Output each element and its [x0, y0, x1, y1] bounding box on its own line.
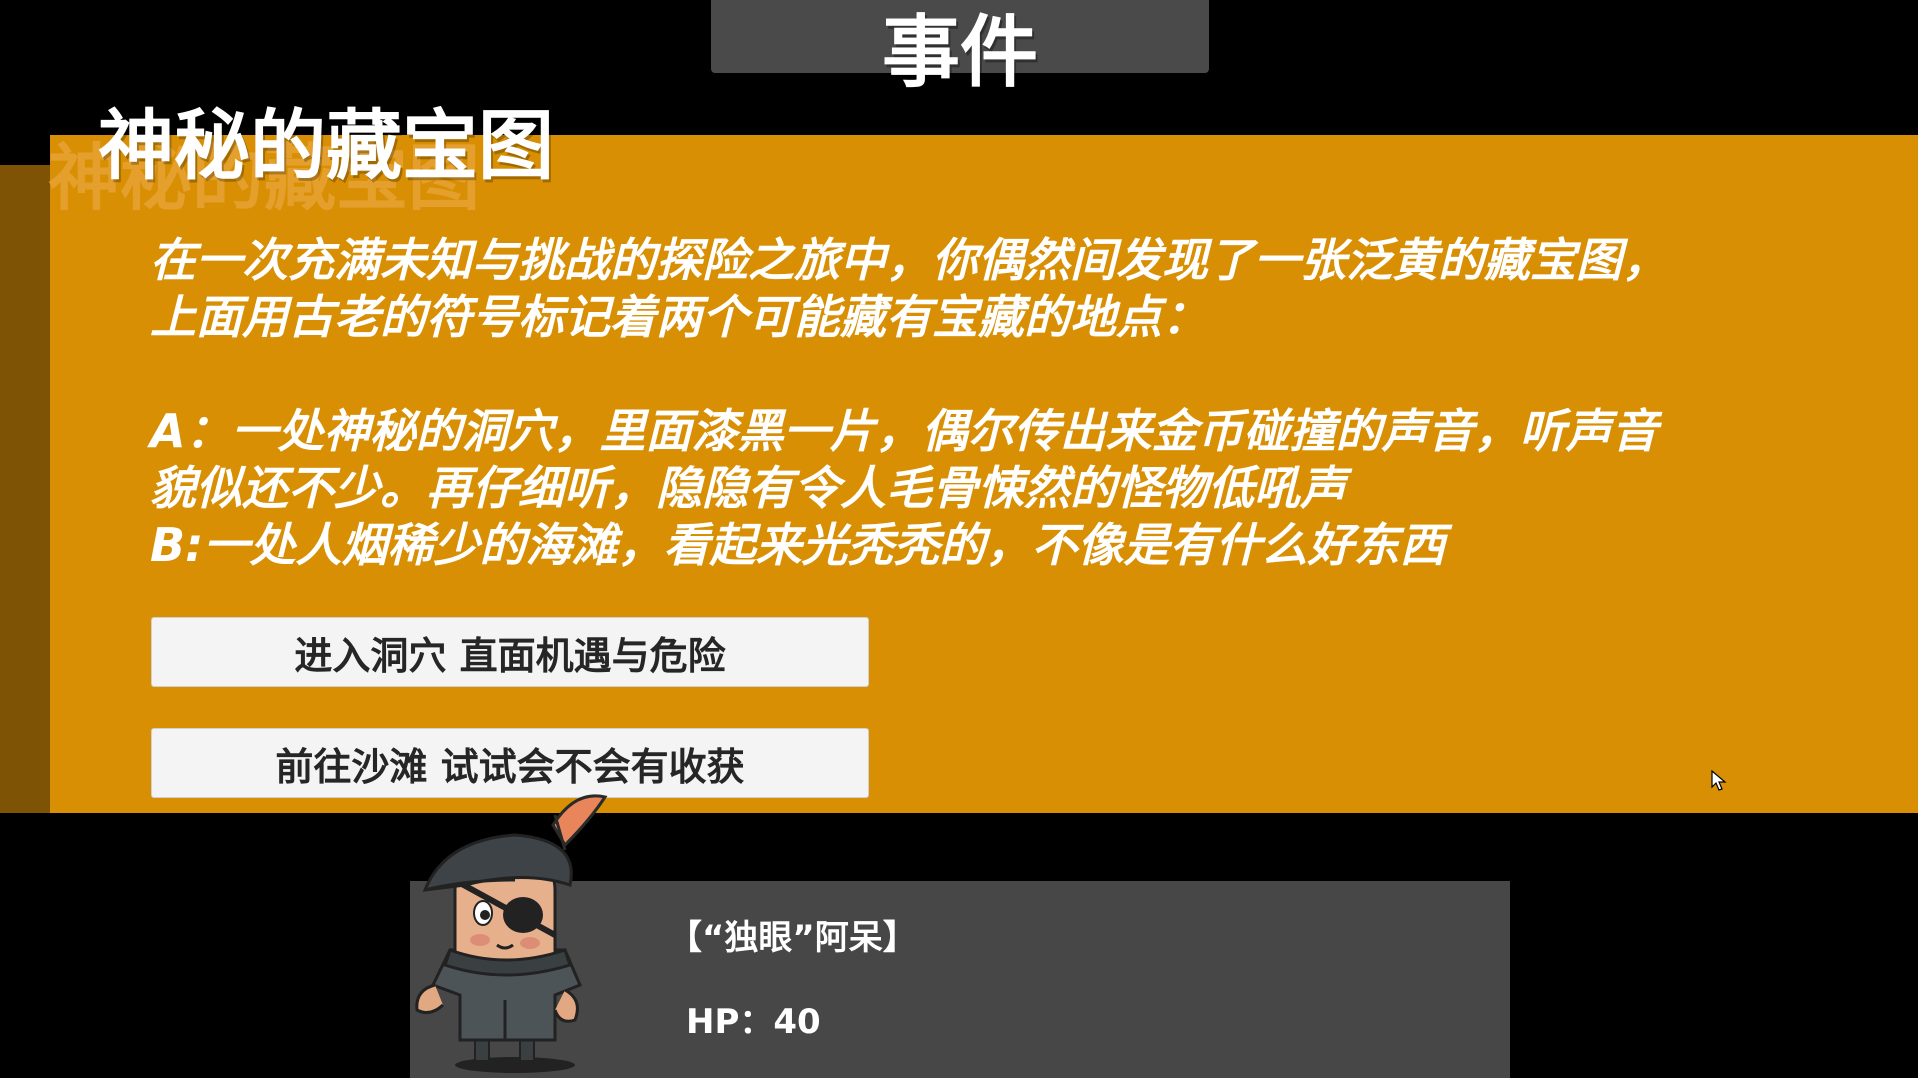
game-screen: 事件 神秘的藏宝图 神秘的藏宝图 在一次充满未知与挑战的探险之旅中，你偶然间发现…	[0, 0, 1918, 1078]
description-line: A：一处神秘的洞穴，里面漆黑一片，偶尔传出来金币碰撞的声音，听声音	[150, 404, 1658, 458]
pirate-character-icon	[415, 794, 608, 1073]
mouse-cursor-icon	[1711, 770, 1727, 791]
screen-title: 事件	[881, 8, 1038, 98]
character-hp: HP：40	[686, 1002, 821, 1042]
choice-label: 进入洞穴 直面机遇与危险	[294, 633, 726, 678]
description-line: 貌似还不少。再仔细听，隐隐有令人毛骨悚然的怪物低吼声	[150, 461, 1346, 515]
choice-label: 前往沙滩 试试会不会有收获	[275, 744, 745, 789]
description-line: 在一次充满未知与挑战的探险之旅中，你偶然间发现了一张泛黄的藏宝图，	[150, 233, 1668, 287]
event-description: 在一次充满未知与挑战的探险之旅中，你偶然间发现了一张泛黄的藏宝图， 上面用古老的…	[150, 232, 1850, 574]
description-line: B:一处人烟稀少的海滩，看起来光秃秃的，不像是有什么好东西	[150, 518, 1446, 572]
event-title: 神秘的藏宝图	[98, 101, 554, 190]
description-gap	[150, 346, 1850, 403]
character-name: 【“独眼”阿呆】	[668, 918, 917, 958]
choice-enter-cave-button[interactable]: 进入洞穴 直面机遇与危险	[151, 617, 869, 687]
description-line: 上面用古老的符号标记着两个可能藏有宝藏的地点：	[150, 290, 1208, 344]
